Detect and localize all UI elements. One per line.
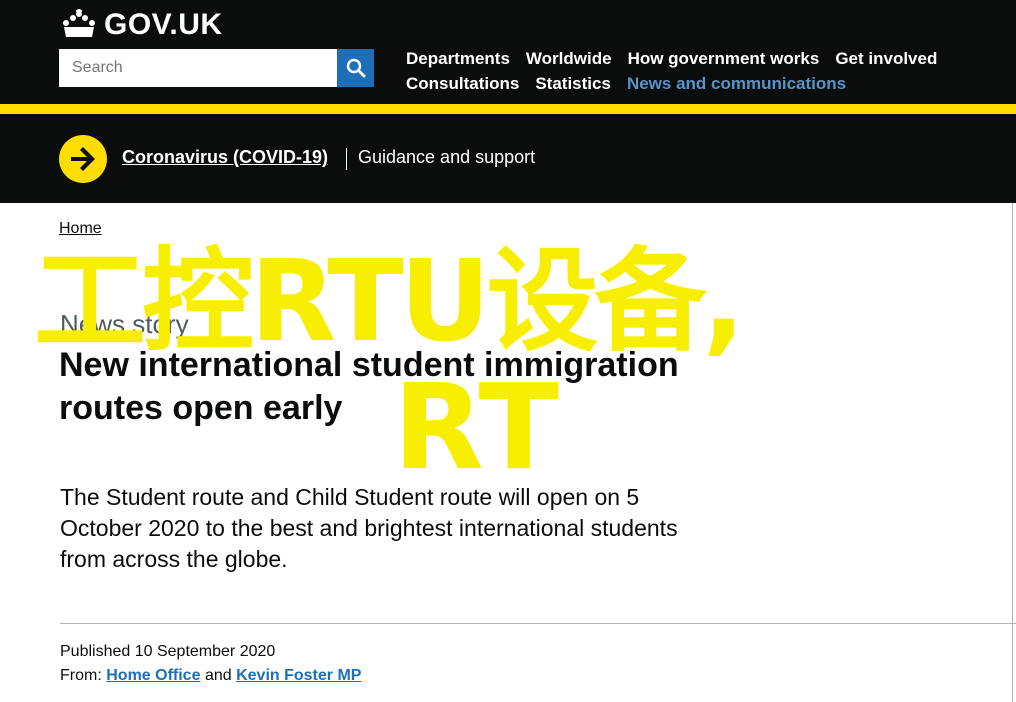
article-lead: The Student route and Child Student rout… <box>60 484 678 572</box>
search-bar <box>59 49 374 87</box>
main-navigation: Departments Worldwide How government wor… <box>406 46 966 96</box>
from-org-kevin-foster[interactable]: Kevin Foster MP <box>236 667 361 684</box>
covid-link[interactable]: Coronavirus (COVID-19) <box>122 147 328 168</box>
nav-statistics[interactable]: Statistics <box>535 74 611 94</box>
search-button[interactable] <box>337 49 374 87</box>
nav-news-and-communications[interactable]: News and communications <box>627 74 846 94</box>
section-divider <box>60 623 1016 624</box>
breadcrumb-home[interactable]: Home <box>59 220 102 238</box>
covid-banner: Coronavirus (COVID-19) Guidance and supp… <box>0 114 1016 203</box>
published-date: 10 September 2020 <box>134 643 276 660</box>
arrow-right-circle-icon <box>59 135 107 183</box>
logo-text: GOV.UK <box>104 8 223 41</box>
nav-how-government-works[interactable]: How government works <box>628 49 820 69</box>
covid-guidance-text: Guidance and support <box>358 147 536 167</box>
search-icon <box>346 58 365 78</box>
govuk-logo[interactable]: GOV.UK <box>60 8 223 42</box>
published-meta: Published 10 September 2020 <box>60 643 275 661</box>
crown-icon <box>63 9 95 37</box>
covid-separator <box>346 148 347 170</box>
nav-row: Departments Worldwide How government wor… <box>406 46 966 71</box>
search-input[interactable] <box>59 49 337 87</box>
from-and: and <box>204 667 232 684</box>
nav-get-involved[interactable]: Get involved <box>835 49 937 69</box>
from-label: From: <box>60 667 102 684</box>
nav-consultations[interactable]: Consultations <box>406 74 519 94</box>
article-caption: News story <box>60 309 189 339</box>
nav-worldwide[interactable]: Worldwide <box>526 49 612 69</box>
site-header: GOV.UK Departments Worldwide How governm… <box>0 0 1016 104</box>
page-title: New international student immigration ro… <box>59 346 679 427</box>
nav-row: Consultations Statistics News and commun… <box>406 71 966 96</box>
published-label: Published <box>60 643 131 660</box>
page-edge-divider <box>1012 203 1013 702</box>
nav-departments[interactable]: Departments <box>406 49 510 69</box>
from-org-home-office[interactable]: Home Office <box>106 667 200 684</box>
from-meta: From: Home Office and Kevin Foster MP <box>60 667 361 685</box>
header-accent-bar <box>0 104 1016 114</box>
